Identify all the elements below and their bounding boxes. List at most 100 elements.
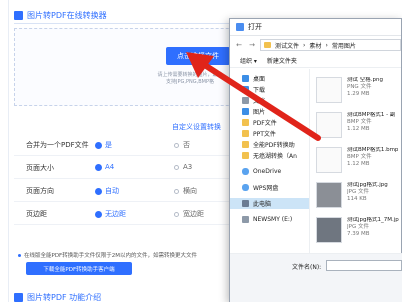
file-thumbnail (316, 77, 342, 103)
nav-item-converter-folder[interactable]: 无癌湖转换（An (230, 150, 309, 161)
setting-row-orientation: 页面方向 自动 横向 (14, 179, 264, 202)
nav-label: 下载 (253, 87, 266, 94)
radio-empty-icon[interactable] (174, 142, 179, 148)
nav-item-pictures[interactable]: 图片 (230, 106, 309, 117)
radio-selected-icon[interactable] (96, 188, 101, 194)
setting-label: 合并为一个PDF文件 (26, 141, 89, 149)
nav-item-ppt-folder[interactable]: PPT文件 (230, 128, 309, 139)
breadcrumb-item[interactable]: 素材 (309, 41, 321, 50)
file-item[interactable]: 测试jpg格式.jpg JPG 文件 114 KB (310, 182, 402, 217)
setting-row-page-size: 页面大小 A4 A3 (14, 156, 264, 179)
note-text: 在线版全能PDF转换助手文件仅限于2M以内的文件，如需转换更大文件 (24, 253, 197, 259)
nav-label: 文档 (253, 98, 266, 105)
breadcrumb-item[interactable]: 常用图片 (332, 41, 356, 50)
folder-icon (242, 130, 249, 137)
computer-icon (242, 200, 249, 207)
nav-label: WPS网盘 (253, 185, 279, 192)
option-selected[interactable]: 无边距 (96, 209, 126, 219)
nav-label: OneDrive (253, 168, 282, 175)
file-info: 测试jpg格式1_7M.jp JPG 文件 7.39 MB (347, 217, 399, 252)
setting-label: 页面大小 (26, 164, 54, 172)
page-title: 图片转PDF在线转换器 (27, 10, 107, 20)
upload-drop-area[interactable] (14, 28, 264, 106)
option-selected[interactable]: 自动 (96, 186, 119, 196)
address-bar-row: ← → 测试文件 › 素材 › 常用图片 (230, 36, 401, 54)
document-icon (242, 97, 249, 104)
nav-item-pdf-folder[interactable]: PDF文件 (230, 117, 309, 128)
navigation-pane: 桌面 下载 文档 图片 PDF文件 PPT文件 全能PDF转换助 无癌湖转换（A… (230, 69, 310, 253)
breadcrumb-separator: › (325, 41, 328, 49)
size-limit-note: 在线版全能PDF转换助手文件仅限于2M以内的文件，如需转换更大文件 (18, 251, 197, 259)
file-thumbnail (316, 182, 342, 208)
file-item[interactable]: 测试BMP格式1 - 副 BMP 文件 1.12 MB (310, 112, 402, 147)
back-arrow-icon[interactable]: ← (234, 41, 244, 49)
nav-item-documents[interactable]: 文档 (230, 95, 309, 106)
file-info: 测试 空格.png PNG 文件 1.29 MB (347, 77, 383, 112)
app-icon (236, 23, 244, 31)
radio-selected-icon[interactable] (96, 164, 101, 170)
dialog-titlebar[interactable]: 打开 (230, 19, 401, 36)
radio-empty-icon[interactable] (174, 211, 179, 217)
dialog-body: 桌面 下载 文档 图片 PDF文件 PPT文件 全能PDF转换助 无癌湖转换（A… (230, 69, 402, 253)
file-list: 测试 空格.png PNG 文件 1.29 MB 测试BMP格式1 - 副 BM… (310, 69, 402, 253)
dialog-title: 打开 (248, 23, 262, 31)
picture-icon (242, 108, 249, 115)
file-name: 测试BMP格式1 - 副 (347, 112, 396, 118)
select-file-button[interactable]: 点击选择文件 (166, 47, 230, 65)
option-selected[interactable]: 是 (96, 140, 112, 150)
desktop-icon (242, 75, 249, 82)
option-label: A4 (105, 163, 115, 171)
page-left-border (8, 0, 9, 302)
radio-empty-icon[interactable] (174, 188, 179, 194)
feature-intro-text: 图片转PDF 功能介绍 (27, 293, 102, 302)
option-label: A3 (183, 163, 193, 171)
feature-intro-title: 图片转PDF 功能介绍 (14, 292, 101, 302)
option-label: 自动 (105, 187, 119, 195)
settings-table: 合并为一个PDF文件 是 否 页面大小 A4 A3 页面方向 自动 横向 页边距… (14, 133, 264, 225)
file-thumbnail (316, 112, 342, 138)
option-unselected[interactable]: 横向 (174, 186, 197, 196)
new-folder-button[interactable]: 新建文件夹 (267, 56, 297, 65)
address-bar[interactable]: 测试文件 › 素材 › 常用图片 (260, 39, 401, 51)
file-type: PNG 文件 (347, 84, 372, 90)
custom-settings-link[interactable]: 自定义设置转换 (172, 122, 221, 132)
file-size: 1.12 MB (347, 126, 370, 132)
file-size: 1.29 MB (347, 91, 370, 97)
file-thumbnail (316, 217, 342, 243)
nav-label: 无癌湖转换（An (253, 153, 297, 160)
file-type: JPG 文件 (347, 189, 369, 195)
setting-label: 页面方向 (26, 187, 54, 195)
radio-selected-icon[interactable] (96, 211, 101, 217)
radio-empty-icon[interactable] (174, 164, 179, 170)
breadcrumb-item[interactable]: 测试文件 (275, 41, 299, 50)
option-unselected[interactable]: 否 (174, 140, 190, 150)
nav-item-this-pc[interactable]: 此电脑 (230, 198, 309, 209)
nav-item-pdf-assistant-folder[interactable]: 全能PDF转换助 (230, 139, 309, 150)
nav-item-downloads[interactable]: 下载 (230, 84, 309, 95)
nav-item-drive-e[interactable]: NEWSMY (E:) (230, 214, 309, 225)
file-name: 测试BMP格式1.bmp (347, 147, 399, 153)
folder-icon (242, 152, 249, 159)
nav-item-onedrive[interactable]: OneDrive (230, 166, 309, 177)
option-selected[interactable]: A4 (96, 163, 114, 171)
file-thumbnail (316, 147, 342, 173)
file-item[interactable]: 测试BMP格式1.bmp BMP 文件 1.12 MB (310, 147, 402, 182)
setting-label: 页边距 (26, 210, 47, 218)
file-item[interactable]: 测试jpg格式1_7M.jp JPG 文件 7.39 MB (310, 217, 402, 252)
nav-item-wps-cloud[interactable]: WPS网盘 (230, 182, 309, 193)
option-unselected[interactable]: A3 (174, 163, 192, 171)
nav-label: 图片 (253, 109, 266, 116)
organize-menu[interactable]: 组织 ▾ (240, 56, 257, 65)
nav-label: 全能PDF转换助 (253, 142, 295, 149)
download-client-button[interactable]: 下载全能PDF转换助手客户端 (26, 262, 132, 275)
file-type: JPG 文件 (347, 224, 369, 230)
setting-row-merge: 合并为一个PDF文件 是 否 (14, 133, 264, 156)
option-label: 否 (183, 141, 190, 149)
radio-selected-icon[interactable] (96, 142, 101, 148)
filename-input[interactable] (326, 260, 402, 271)
option-unselected[interactable]: 宽边距 (174, 209, 204, 219)
file-item[interactable]: 测试 空格.png PNG 文件 1.29 MB (310, 77, 402, 112)
forward-arrow-icon[interactable]: → (247, 41, 257, 49)
file-info: 测试jpg格式.jpg JPG 文件 114 KB (347, 182, 388, 217)
nav-item-desktop[interactable]: 桌面 (230, 73, 309, 84)
